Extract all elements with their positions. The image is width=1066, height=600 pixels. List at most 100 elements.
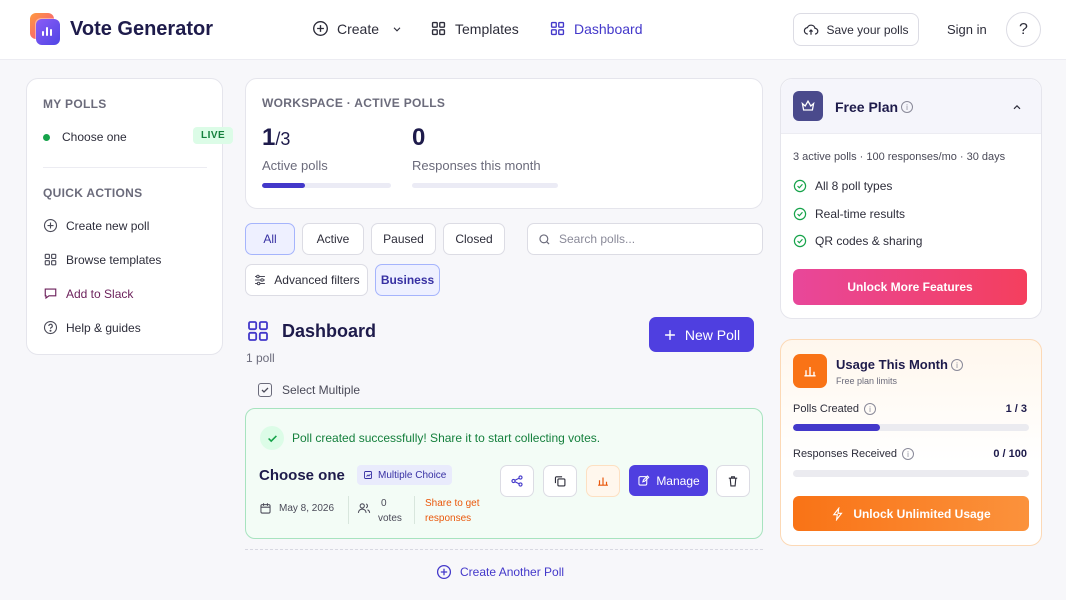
free-plan-title: Free Plan	[835, 99, 899, 115]
info-icon[interactable]: i	[951, 359, 963, 371]
info-icon[interactable]: i	[864, 403, 877, 415]
app-logo-icon[interactable]	[30, 13, 60, 45]
active-polls-count: 1	[262, 124, 276, 151]
sidebar-action-label: Create new poll	[66, 218, 150, 233]
responses-received-label: Responses Received i	[793, 448, 914, 460]
search-input[interactable]	[559, 232, 749, 246]
nav-templates[interactable]: Templates	[430, 20, 519, 37]
filter-tab-all[interactable]: All	[245, 223, 295, 255]
sliders-icon	[255, 274, 266, 286]
share-hint-line-1: Share to get	[425, 498, 480, 509]
unlock-unlimited-label: Unlock Unlimited Usage	[853, 506, 991, 521]
usage-chart-icon	[793, 354, 827, 388]
sidebar-divider	[43, 167, 207, 168]
live-badge: LIVE	[193, 127, 234, 144]
select-multiple-label: Select Multiple	[282, 383, 361, 397]
manage-label: Manage	[656, 473, 700, 488]
unlock-unlimited-button[interactable]: Unlock Unlimited Usage	[793, 496, 1029, 531]
poll-title[interactable]: Choose one	[259, 467, 345, 484]
unlock-features-button[interactable]: Unlock More Features	[793, 269, 1027, 305]
nav-templates-label: Templates	[455, 20, 519, 37]
app-title[interactable]: Vote Generator	[70, 18, 213, 41]
sidebar-action-create-poll[interactable]: Create new poll	[43, 218, 149, 233]
filter-tab-closed[interactable]: Closed	[443, 223, 505, 255]
sidebar-poll-label: Choose one	[62, 130, 127, 144]
check-circle-icon	[793, 179, 807, 193]
share-button[interactable]	[500, 465, 534, 497]
lightning-icon	[832, 506, 843, 521]
nav-create-label: Create	[337, 20, 380, 37]
duplicate-button[interactable]	[543, 465, 577, 497]
copy-icon	[554, 476, 566, 487]
share-icon	[511, 475, 523, 487]
active-polls-total: /3	[275, 129, 291, 149]
manage-button[interactable]: Manage	[629, 465, 708, 496]
help-circle-icon	[43, 320, 58, 335]
share-hint-line-2: responses	[425, 513, 472, 524]
calendar-icon	[260, 503, 271, 514]
info-icon[interactable]: i	[901, 101, 913, 113]
poll-card: Poll created successfully! Share it to s…	[245, 408, 763, 539]
new-poll-button[interactable]: New Poll	[649, 317, 754, 352]
plus-circle-icon	[43, 218, 58, 233]
free-plan-card: Free Plan i 3 active polls · 100 respons…	[780, 78, 1042, 319]
left-sidebar: MY POLLS Choose one LIVE QUICK ACTIONS C…	[26, 78, 234, 355]
plus-circle-icon	[436, 564, 452, 580]
help-button[interactable]: ?	[1006, 12, 1041, 47]
sidebar-poll-item[interactable]: Choose one	[43, 130, 127, 144]
grid-icon	[431, 21, 446, 36]
chat-bubble-icon	[44, 288, 57, 300]
business-filter-chip[interactable]: Business	[375, 264, 440, 296]
chevron-down-icon	[393, 26, 401, 32]
plan-feature: All 8 poll types	[793, 179, 892, 193]
filter-tab-active[interactable]: Active	[302, 223, 364, 255]
sign-in-link[interactable]: Sign in	[947, 22, 987, 37]
workspace-heading: WORKSPACE · ACTIVE POLLS	[262, 96, 446, 110]
info-icon[interactable]: i	[901, 448, 914, 460]
polls-created-value: 1 / 3	[1005, 403, 1027, 415]
advanced-filters-button[interactable]: Advanced filters	[245, 264, 368, 296]
plan-feature-label: Real-time results	[815, 207, 906, 221]
nav-create[interactable]: Create	[312, 20, 403, 37]
nav-dashboard-label: Dashboard	[574, 20, 643, 37]
create-another-poll-link[interactable]: Create Another Poll	[436, 564, 564, 580]
sidebar-action-label: Browse templates	[66, 252, 162, 267]
live-status-dot	[43, 133, 50, 141]
my-polls-heading: MY POLLS	[43, 97, 107, 111]
sidebar-action-help-guides[interactable]: Help & guides	[43, 320, 141, 335]
votes-count: 0	[381, 498, 387, 509]
filter-tab-paused[interactable]: Paused	[371, 223, 436, 255]
usage-subtitle: Free plan limits	[836, 376, 898, 386]
poll-type-badge: Multiple Choice	[357, 465, 453, 485]
responses-progress	[412, 183, 558, 188]
select-multiple-checkbox[interactable]	[258, 383, 272, 397]
results-button[interactable]	[586, 465, 620, 497]
save-polls-button[interactable]: Save your polls	[793, 13, 919, 46]
plan-feature: QR codes & sharing	[793, 234, 922, 248]
delete-button[interactable]	[716, 465, 750, 497]
polls-created-label: Polls Created i	[793, 403, 877, 415]
sidebar-action-add-to-slack[interactable]: Add to Slack	[43, 286, 133, 301]
chevron-up-icon[interactable]	[1011, 101, 1023, 113]
sidebar-action-browse-templates[interactable]: Browse templates	[43, 252, 161, 267]
active-polls-label: Active polls	[262, 158, 328, 173]
usage-title: Usage This Month	[836, 357, 948, 372]
advanced-filters-label: Advanced filters	[274, 273, 360, 287]
search-box[interactable]	[527, 223, 763, 255]
users-icon	[357, 503, 371, 513]
plus-circle-icon	[313, 21, 328, 36]
chart-square-icon	[364, 471, 372, 479]
select-multiple-toggle[interactable]: Select Multiple	[258, 383, 360, 397]
poll-type-label: Multiple Choice	[378, 469, 447, 481]
active-polls-progress	[262, 183, 391, 188]
create-another-label: Create Another Poll	[460, 565, 565, 579]
meta-divider	[348, 496, 349, 524]
free-plan-header[interactable]: Free Plan i	[781, 79, 1041, 134]
nav-dashboard[interactable]: Dashboard	[549, 20, 643, 37]
poll-count: 1 poll	[246, 351, 275, 365]
usage-card: Usage This Month i Free plan limits Poll…	[780, 339, 1042, 546]
responses-stat: 0	[412, 124, 426, 151]
new-poll-label: New Poll	[684, 326, 741, 343]
votes-label: votes	[378, 513, 402, 524]
success-message: Poll created successfully! Share it to s…	[292, 431, 601, 445]
